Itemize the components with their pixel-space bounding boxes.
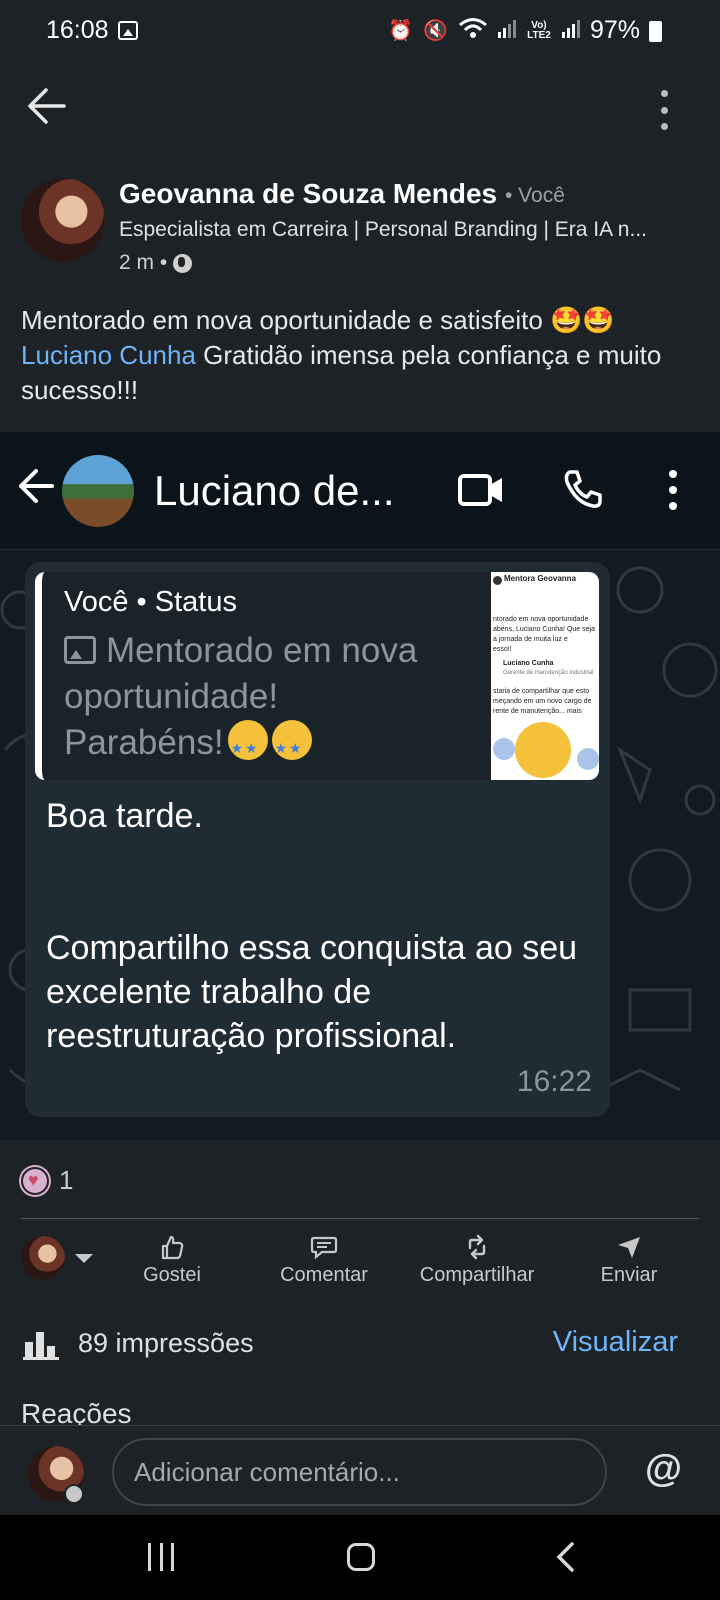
impressions-count: 89 impressões xyxy=(78,1328,254,1358)
thumb-reply3: rente de manutenção... mais xyxy=(493,708,582,715)
chevron-down-icon[interactable] xyxy=(75,1254,93,1263)
thumb-line4: esso!! xyxy=(493,646,512,653)
quote-text-block: Mentorado em nova oportunidade! Parabéns… xyxy=(64,628,424,771)
top-bar xyxy=(0,62,720,150)
status-bar: 16:08 ⏰ 🔇 Vo) LTE2 97% xyxy=(0,0,720,62)
thumb-line2: abéns, Luciano Cunha! Que seja xyxy=(493,626,595,633)
reactions-summary[interactable]: 1 xyxy=(21,1165,73,1196)
thumb-line3: a jornada de muita luz e xyxy=(493,636,568,643)
quote-header: Você • Status xyxy=(64,586,237,618)
thumb-avatar xyxy=(493,576,502,585)
photo-icon xyxy=(64,636,96,664)
post-stats: 89 impressões Visualizar xyxy=(0,1316,720,1376)
author-name[interactable]: Geovanna de Souza Mendes xyxy=(119,178,497,210)
like-label: Gostei xyxy=(143,1264,201,1286)
smiley-icon xyxy=(515,722,571,778)
comment-label: Comentar xyxy=(280,1264,368,1286)
message-time: 16:22 xyxy=(516,1065,592,1098)
wa-back-arrow-icon xyxy=(18,468,56,504)
thumb-commenter-title: Gerente de manutenção industrial xyxy=(503,670,594,676)
thumb-reply1: staria de compartilhar que esto xyxy=(493,688,590,695)
love-reaction-icon xyxy=(21,1166,49,1195)
quoted-status: Você • Status Mentorado em nova oportuni… xyxy=(35,572,599,780)
thumb-line1: ntorado em nova oportunidade xyxy=(493,616,589,623)
mention-at-icon[interactable]: @ xyxy=(645,1448,682,1491)
thumbs-up-icon xyxy=(161,1235,184,1260)
comment-input[interactable] xyxy=(112,1438,607,1506)
star-struck-emoji-icon xyxy=(271,720,312,771)
view-analytics-link[interactable]: Visualizar xyxy=(553,1326,678,1359)
author-avatar[interactable] xyxy=(21,178,105,262)
post-text: Mentorado em nova oportunidade e satisfe… xyxy=(21,303,701,408)
signal-2-icon xyxy=(561,18,580,44)
reactions-count: 1 xyxy=(59,1165,74,1195)
battery-icon xyxy=(649,21,662,42)
phone-call-icon xyxy=(562,468,604,510)
message-bubble: Você • Status Mentorado em nova oportuni… xyxy=(25,562,610,1117)
thumb-reply2: meçando em um novo cargo de xyxy=(493,698,592,705)
send-button[interactable]: Enviar xyxy=(598,1234,660,1287)
bar-chart-icon xyxy=(23,1328,59,1360)
globe-icon xyxy=(173,253,193,273)
video-call-icon xyxy=(458,472,504,508)
send-icon xyxy=(618,1237,640,1258)
like-button[interactable]: Gostei xyxy=(140,1234,204,1287)
system-nav-bar xyxy=(0,1515,720,1600)
home-icon[interactable] xyxy=(347,1543,375,1571)
comment-bar: @ xyxy=(0,1425,720,1515)
wifi-icon xyxy=(458,17,488,45)
thumb-commenter: Luciano Cunha xyxy=(503,660,554,667)
lte-label: Vo) LTE2 xyxy=(527,19,551,41)
whatsapp-header: Luciano de... xyxy=(0,432,720,550)
thumb-author: Mentora Geovanna xyxy=(504,574,577,583)
post-author: Geovanna de Souza Mendes • Você Especial… xyxy=(0,170,720,280)
post-image[interactable]: Luciano de... Você • Status Mentorado em… xyxy=(0,432,720,1140)
message-text: Boa tarde. Compartilho essa conquista ao… xyxy=(46,797,578,1055)
status-icons: ⏰ 🔇 Vo) LTE2 97% xyxy=(388,16,640,45)
wa-contact-avatar xyxy=(62,455,134,527)
comment-icon xyxy=(310,1236,338,1260)
actor-avatar[interactable] xyxy=(21,1236,65,1280)
recent-apps-icon[interactable] xyxy=(148,1543,174,1571)
status-time: 16:08 xyxy=(46,16,109,44)
gallery-notification-icon xyxy=(118,21,138,40)
status-thumbnail: Mentora Geovanna ntorado em nova oportun… xyxy=(491,572,599,780)
signal-1-icon xyxy=(497,18,516,44)
divider xyxy=(21,1218,699,1219)
back-arrow-icon[interactable] xyxy=(26,86,68,126)
thumb-balloon xyxy=(577,748,599,770)
avatar-dropdown-badge[interactable] xyxy=(64,1484,84,1504)
send-label: Enviar xyxy=(600,1264,658,1286)
mute-icon: 🔇 xyxy=(423,20,448,42)
alarm-icon: ⏰ xyxy=(388,20,414,42)
system-back-icon[interactable] xyxy=(555,1541,575,1573)
battery-percent: 97% xyxy=(589,16,640,44)
wa-more-icon xyxy=(668,470,678,510)
repost-icon xyxy=(468,1234,486,1260)
mention-link[interactable]: Luciano Cunha xyxy=(21,340,196,370)
more-options-icon[interactable] xyxy=(658,90,670,130)
author-headline: Especialista em Carreira | Personal Bran… xyxy=(119,218,647,241)
post-time: 2 m • xyxy=(119,251,168,274)
author-relation: • Você xyxy=(505,184,565,207)
post-actions: Gostei Comentar Compartilhar Enviar xyxy=(0,1228,720,1316)
thumb-balloon xyxy=(493,738,515,760)
post-text-part1: Mentorado em nova oportunidade e satisfe… xyxy=(21,305,615,335)
comment-button[interactable]: Comentar xyxy=(278,1234,370,1287)
share-button[interactable]: Compartilhar xyxy=(414,1234,540,1287)
wa-contact-name: Luciano de... xyxy=(154,467,395,514)
share-label: Compartilhar xyxy=(419,1264,535,1286)
post-meta: 2 m • xyxy=(119,251,193,275)
star-struck-emoji-icon xyxy=(227,720,268,771)
